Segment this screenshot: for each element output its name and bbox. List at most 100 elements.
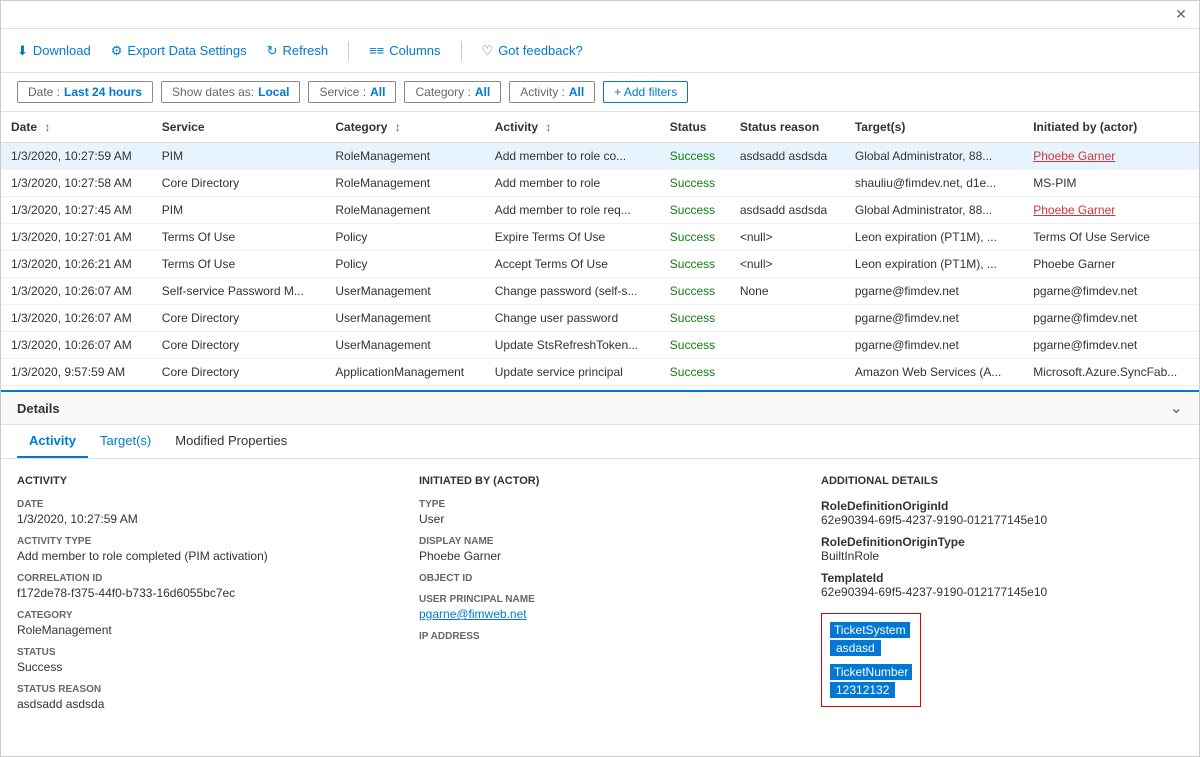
table-row[interactable]: 1/3/2020, 10:27:01 AMTerms Of UsePolicyE… <box>1 224 1199 251</box>
category-filter-label: Category : <box>415 85 470 99</box>
activity-filter-label: Activity : <box>520 85 565 99</box>
refresh-button[interactable]: ↻ Refresh <box>267 43 328 59</box>
show-dates-value: Local <box>258 85 289 99</box>
role-def-origin-type-key: RoleDefinitionOriginType <box>821 535 1183 549</box>
refresh-icon: ↻ <box>267 43 278 59</box>
tab-activity[interactable]: Activity <box>17 425 88 458</box>
table-row[interactable]: 1/3/2020, 10:27:45 AMPIMRoleManagementAd… <box>1 197 1199 224</box>
table-row[interactable]: 1/3/2020, 10:26:21 AMTerms Of UsePolicyA… <box>1 251 1199 278</box>
role-def-origin-id-value: 62e90394-69f5-4237-9190-012177145e10 <box>821 513 1183 527</box>
initiated-by-section-title: INITIATED BY (ACTOR) <box>419 475 781 487</box>
columns-button[interactable]: ≡≡ Columns <box>369 43 440 58</box>
date-filter-label: Date : <box>28 85 60 99</box>
service-filter[interactable]: Service : All <box>308 81 396 103</box>
additional-details-title: ADDITIONAL DETAILS <box>821 475 1183 487</box>
detail-type-key: TYPE <box>419 499 781 510</box>
tab-targets[interactable]: Target(s) <box>88 425 163 458</box>
close-button[interactable]: ✕ <box>1171 5 1191 25</box>
col-header-targets[interactable]: Target(s) <box>845 112 1023 143</box>
additional-details-column: ADDITIONAL DETAILS RoleDefinitionOriginI… <box>821 475 1183 726</box>
template-id-value: 62e90394-69f5-4237-9190-012177145e10 <box>821 585 1183 599</box>
download-button[interactable]: ⬇ Download <box>17 43 91 59</box>
feedback-icon: ♡ <box>482 43 494 59</box>
export-icon: ⚙ <box>111 43 123 59</box>
details-section: Details ⌄ Activity Target(s) Modified Pr… <box>1 392 1199 742</box>
details-header: Details ⌄ <box>1 392 1199 425</box>
activity-filter[interactable]: Activity : All <box>509 81 595 103</box>
detail-status-reason-row: STATUS REASON asdsadd asdsda <box>17 684 379 711</box>
highlighted-items-box: TicketSystem asdasd TicketNumber 1231213… <box>821 613 921 707</box>
col-header-status-reason[interactable]: Status reason <box>730 112 845 143</box>
detail-type-value: User <box>419 512 781 526</box>
detail-object-id-key: OBJECT ID <box>419 573 781 584</box>
details-content: ACTIVITY DATE 1/3/2020, 10:27:59 AM ACTI… <box>1 459 1199 742</box>
filter-bar: Date : Last 24 hours Show dates as: Loca… <box>1 73 1199 112</box>
detail-status-reason-value: asdsadd asdsda <box>17 697 379 711</box>
detail-correlation-id-key: CORRELATION ID <box>17 573 379 584</box>
activity-section-title: ACTIVITY <box>17 475 379 487</box>
detail-display-name-row: DISPLAY NAME Phoebe Garner <box>419 536 781 563</box>
table-row[interactable]: 1/3/2020, 9:57:59 AMCore DirectoryApplic… <box>1 359 1199 386</box>
detail-upn-value[interactable]: pgarne@fimweb.net <box>419 607 781 621</box>
role-def-origin-type-value: BuiltInRole <box>821 549 1183 563</box>
detail-correlation-id-row: CORRELATION ID f172de78-f375-44f0-b733-1… <box>17 573 379 600</box>
detail-category-value: RoleManagement <box>17 623 379 637</box>
table-row[interactable]: 1/3/2020, 10:26:07 AMSelf-service Passwo… <box>1 278 1199 305</box>
table-row[interactable]: 1/3/2020, 10:27:59 AMPIMRoleManagementAd… <box>1 143 1199 170</box>
audit-log-table-container[interactable]: Date ↕ Service Category ↕ Activity ↕ Sta… <box>1 112 1199 392</box>
table-row[interactable]: 1/3/2020, 10:26:07 AMCore DirectoryUserM… <box>1 305 1199 332</box>
col-header-initiated-by[interactable]: Initiated by (actor) <box>1023 112 1199 143</box>
detail-category-row: CATEGORY RoleManagement <box>17 610 379 637</box>
col-header-category[interactable]: Category ↕ <box>325 112 484 143</box>
ticket-number-label: TicketNumber <box>830 664 912 680</box>
separator-2 <box>461 41 462 61</box>
detail-date-value: 1/3/2020, 10:27:59 AM <box>17 512 379 526</box>
service-filter-value: All <box>370 85 385 99</box>
detail-ip-key: IP ADDRESS <box>419 631 781 642</box>
columns-icon: ≡≡ <box>369 43 384 58</box>
col-header-service[interactable]: Service <box>152 112 326 143</box>
detail-status-value: Success <box>17 660 379 674</box>
detail-status-row: STATUS Success <box>17 647 379 674</box>
detail-activity-type-value: Add member to role completed (PIM activa… <box>17 549 379 563</box>
role-def-origin-id-key: RoleDefinitionOriginId <box>821 499 1183 513</box>
show-dates-filter[interactable]: Show dates as: Local <box>161 81 300 103</box>
tab-modified-properties[interactable]: Modified Properties <box>163 425 299 458</box>
template-id-key: TemplateId <box>821 571 1183 585</box>
detail-date-row: DATE 1/3/2020, 10:27:59 AM <box>17 499 379 526</box>
table-header-row: Date ↕ Service Category ↕ Activity ↕ Sta… <box>1 112 1199 143</box>
details-toggle-button[interactable]: ⌄ <box>1170 398 1183 418</box>
detail-upn-row: USER PRINCIPAL NAME pgarne@fimweb.net <box>419 594 781 621</box>
add-filters-button[interactable]: + Add filters <box>603 81 688 103</box>
detail-status-key: STATUS <box>17 647 379 658</box>
role-def-origin-type-item: RoleDefinitionOriginType BuiltInRole <box>821 535 1183 563</box>
detail-correlation-id-value: f172de78-f375-44f0-b733-16d6055bc7ec <box>17 586 379 600</box>
detail-status-reason-key: STATUS REASON <box>17 684 379 695</box>
category-filter[interactable]: Category : All <box>404 81 501 103</box>
ticket-number-value: 12312132 <box>830 682 895 698</box>
detail-display-name-value: Phoebe Garner <box>419 549 781 563</box>
download-icon: ⬇ <box>17 43 28 59</box>
main-window: ✕ ⬇ Download ⚙ Export Data Settings ↻ Re… <box>0 0 1200 757</box>
detail-type-row: TYPE User <box>419 499 781 526</box>
details-tabs: Activity Target(s) Modified Properties <box>1 425 1199 459</box>
details-title: Details <box>17 401 60 416</box>
ticket-system-label: TicketSystem <box>830 622 910 638</box>
activity-filter-value: All <box>569 85 584 99</box>
detail-display-name-key: DISPLAY NAME <box>419 536 781 547</box>
table-row[interactable]: 1/3/2020, 10:26:07 AMCore DirectoryUserM… <box>1 332 1199 359</box>
col-header-date[interactable]: Date ↕ <box>1 112 152 143</box>
detail-date-key: DATE <box>17 499 379 510</box>
col-header-activity[interactable]: Activity ↕ <box>485 112 660 143</box>
col-header-status[interactable]: Status <box>660 112 730 143</box>
table-row[interactable]: 1/3/2020, 10:27:58 AMCore DirectoryRoleM… <box>1 170 1199 197</box>
title-bar: ✕ <box>1 1 1199 29</box>
export-button[interactable]: ⚙ Export Data Settings <box>111 43 247 59</box>
date-filter[interactable]: Date : Last 24 hours <box>17 81 153 103</box>
add-filters-label: + Add filters <box>614 85 677 99</box>
feedback-button[interactable]: ♡ Got feedback? <box>482 43 583 59</box>
detail-ip-row: IP ADDRESS <box>419 631 781 642</box>
service-filter-label: Service : <box>319 85 366 99</box>
detail-activity-type-key: ACTIVITY TYPE <box>17 536 379 547</box>
activity-column: ACTIVITY DATE 1/3/2020, 10:27:59 AM ACTI… <box>17 475 379 726</box>
